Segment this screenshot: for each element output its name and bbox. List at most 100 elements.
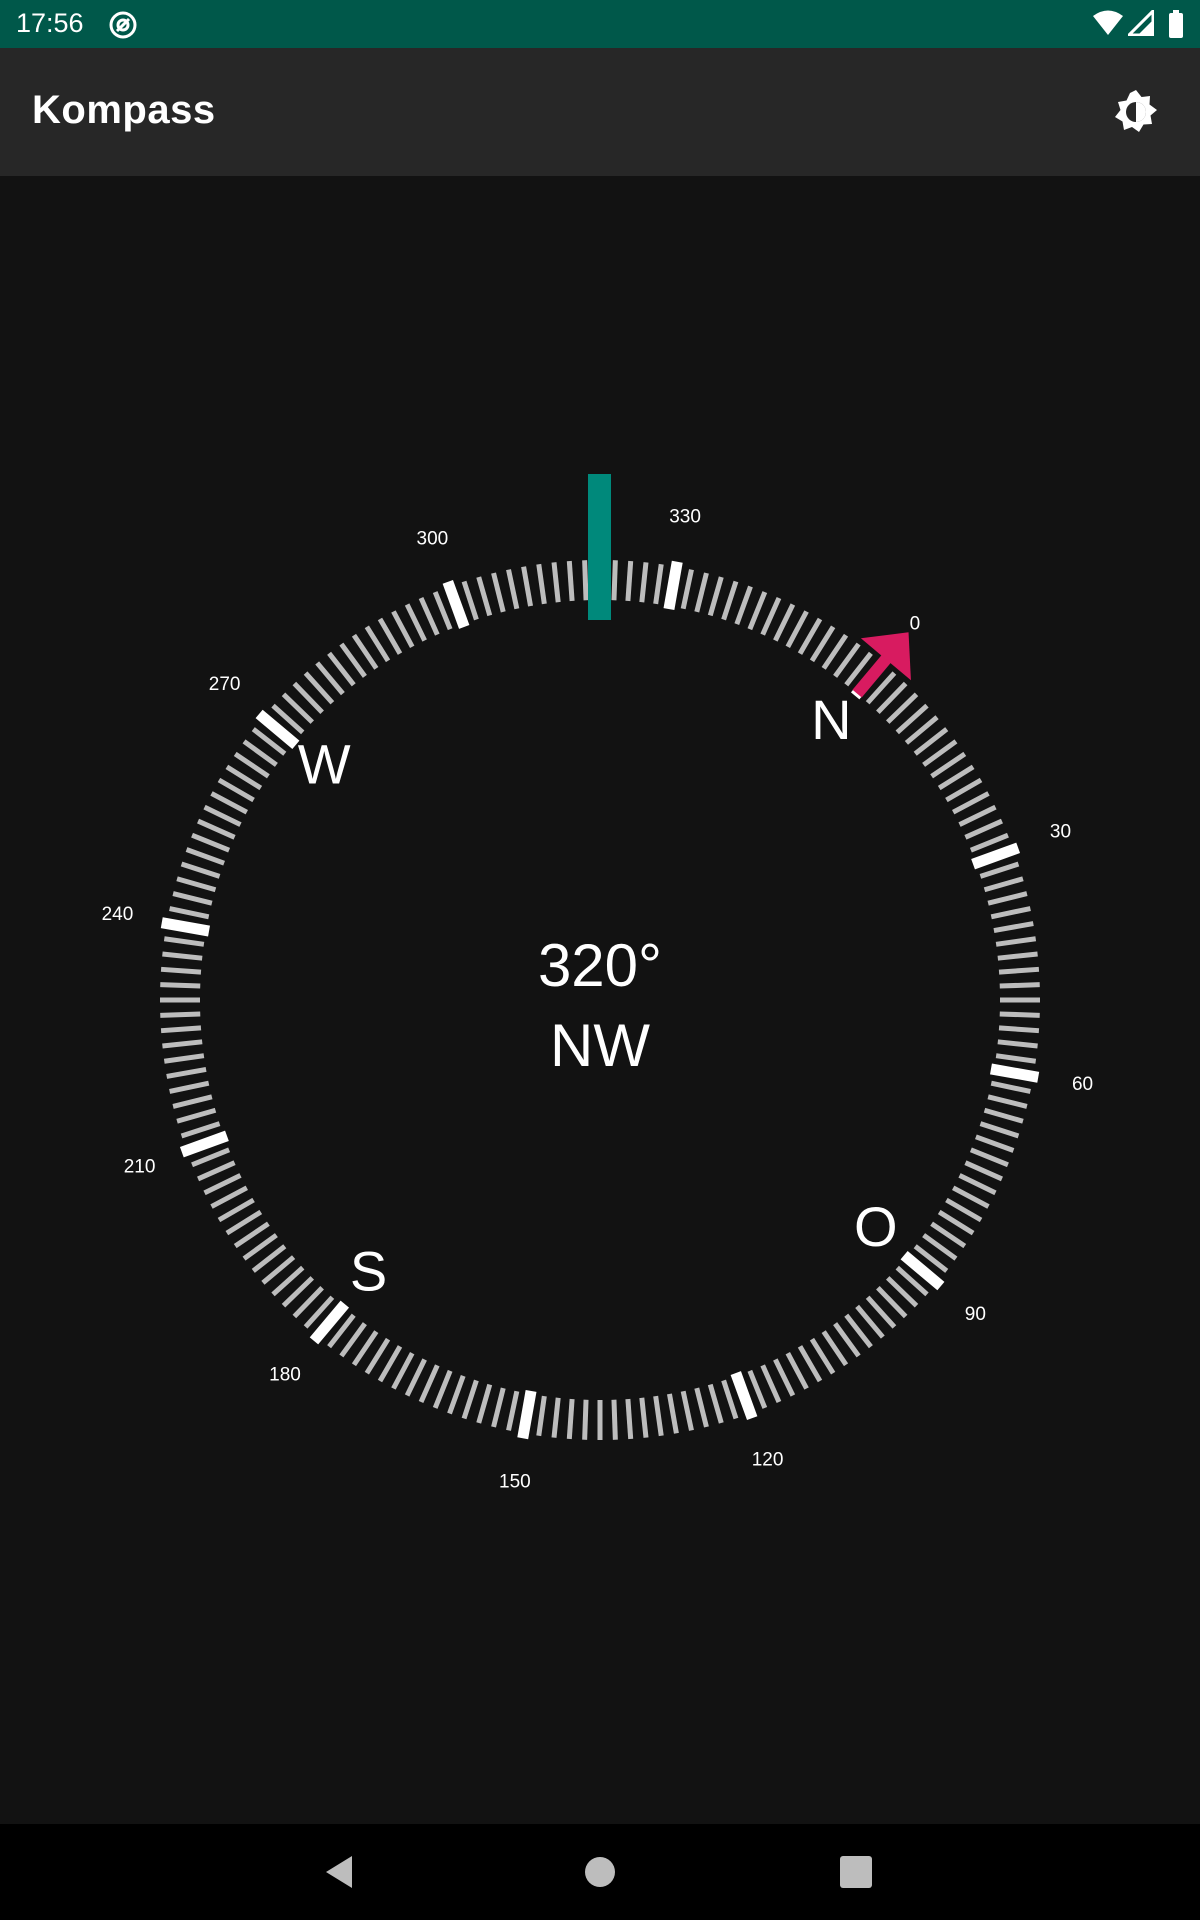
minor-tick bbox=[721, 1379, 739, 1420]
minor-tick bbox=[163, 1053, 205, 1064]
minor-tick bbox=[180, 1121, 221, 1139]
minor-tick bbox=[998, 1025, 1040, 1034]
app-title: Kompass bbox=[32, 88, 216, 132]
minor-tick bbox=[203, 1173, 242, 1196]
major-tick bbox=[179, 1130, 229, 1158]
minor-tick bbox=[958, 1173, 997, 1196]
minor-tick bbox=[536, 563, 547, 605]
minor-tick bbox=[997, 1039, 1038, 1049]
minor-tick bbox=[760, 597, 782, 636]
minor-tick bbox=[160, 1011, 201, 1018]
minor-tick bbox=[172, 1094, 213, 1109]
minor-tick bbox=[987, 891, 1028, 906]
app-bar: Kompass bbox=[0, 48, 1200, 176]
minor-tick bbox=[611, 560, 618, 601]
minor-tick bbox=[694, 1387, 709, 1428]
wifi-icon bbox=[1093, 10, 1123, 35]
compass-view: 0 30 60 90 120 150 180 210 240 270 300 330 N O S W 320… bbox=[0, 176, 1200, 1824]
minor-tick bbox=[666, 1393, 679, 1434]
minor-tick bbox=[521, 566, 534, 607]
scale-label: 300 bbox=[417, 529, 449, 550]
recents-icon[interactable] bbox=[832, 1848, 880, 1896]
minor-tick bbox=[995, 1053, 1037, 1064]
cardinal-s: S bbox=[350, 1240, 387, 1303]
minor-tick bbox=[418, 1364, 440, 1403]
major-tick bbox=[663, 560, 683, 610]
minor-tick bbox=[999, 982, 1040, 989]
minor-tick bbox=[536, 1395, 547, 1437]
minor-tick bbox=[999, 1011, 1040, 1018]
minor-tick bbox=[506, 1390, 520, 1431]
minor-tick bbox=[551, 1397, 561, 1438]
minor-tick bbox=[979, 1121, 1020, 1139]
minor-tick bbox=[747, 591, 768, 631]
minor-tick bbox=[680, 1390, 694, 1431]
minor-tick bbox=[404, 603, 427, 642]
minor-tick bbox=[210, 1185, 248, 1209]
minor-tick bbox=[176, 876, 217, 893]
minor-tick bbox=[391, 610, 415, 648]
home-icon[interactable] bbox=[576, 1848, 624, 1896]
minor-tick bbox=[461, 580, 479, 621]
minor-tick bbox=[975, 1134, 1015, 1153]
minor-tick bbox=[476, 1383, 493, 1424]
minor-tick bbox=[785, 1352, 809, 1390]
minor-tick bbox=[773, 603, 796, 642]
status-bar: 17:56 bbox=[0, 0, 1200, 48]
minor-tick bbox=[172, 891, 213, 906]
battery-icon bbox=[1169, 10, 1183, 38]
minor-tick bbox=[958, 804, 997, 827]
minor-tick bbox=[964, 818, 1003, 840]
minor-tick bbox=[162, 951, 203, 961]
minor-tick bbox=[418, 597, 440, 636]
minor-tick bbox=[987, 1094, 1028, 1109]
minor-tick bbox=[162, 1039, 203, 1049]
scale-label: 330 bbox=[669, 506, 701, 527]
minor-tick bbox=[952, 791, 990, 815]
minor-tick bbox=[694, 572, 709, 613]
minor-tick bbox=[185, 847, 225, 866]
signal-icon bbox=[1128, 10, 1154, 36]
minor-tick bbox=[997, 951, 1038, 961]
minor-tick bbox=[582, 1399, 589, 1440]
minor-tick bbox=[160, 966, 202, 975]
minor-tick bbox=[611, 1399, 618, 1440]
major-tick bbox=[160, 917, 210, 937]
minor-tick bbox=[964, 1160, 1003, 1182]
minor-tick bbox=[197, 818, 236, 840]
minor-tick bbox=[391, 1352, 415, 1390]
major-tick bbox=[971, 842, 1021, 870]
scale-label: 0 bbox=[910, 614, 921, 635]
minor-tick bbox=[952, 1185, 990, 1209]
minor-tick bbox=[625, 1398, 634, 1440]
scale-label: 90 bbox=[965, 1304, 986, 1325]
minor-tick bbox=[680, 569, 694, 610]
minor-tick bbox=[983, 876, 1024, 893]
back-icon[interactable] bbox=[318, 1848, 366, 1896]
scale-label: 120 bbox=[752, 1449, 784, 1470]
scale-label: 60 bbox=[1072, 1074, 1093, 1095]
at-sign-icon bbox=[109, 11, 137, 39]
heading-readout: 320° NW bbox=[400, 926, 800, 1086]
minor-tick bbox=[785, 610, 809, 648]
status-time: 17:56 bbox=[16, 8, 84, 38]
minor-tick bbox=[197, 1160, 236, 1182]
minor-tick bbox=[721, 580, 739, 621]
heading-marker bbox=[588, 474, 611, 620]
major-tick bbox=[517, 1390, 537, 1440]
minor-tick bbox=[993, 921, 1034, 934]
major-tick bbox=[730, 1371, 758, 1421]
minor-tick bbox=[169, 1080, 210, 1094]
minor-tick bbox=[566, 1398, 575, 1440]
minor-tick bbox=[734, 585, 753, 625]
minor-tick bbox=[461, 1379, 479, 1420]
minor-tick bbox=[979, 861, 1020, 879]
heading-direction: NW bbox=[550, 1012, 650, 1079]
theme-toggle-button[interactable] bbox=[1108, 84, 1164, 140]
minor-tick bbox=[432, 1369, 453, 1409]
cardinal-o: O bbox=[854, 1195, 898, 1258]
cardinal-n: N bbox=[811, 688, 851, 751]
minor-tick bbox=[625, 560, 634, 602]
minor-tick bbox=[990, 1080, 1031, 1094]
minor-tick bbox=[160, 982, 201, 989]
